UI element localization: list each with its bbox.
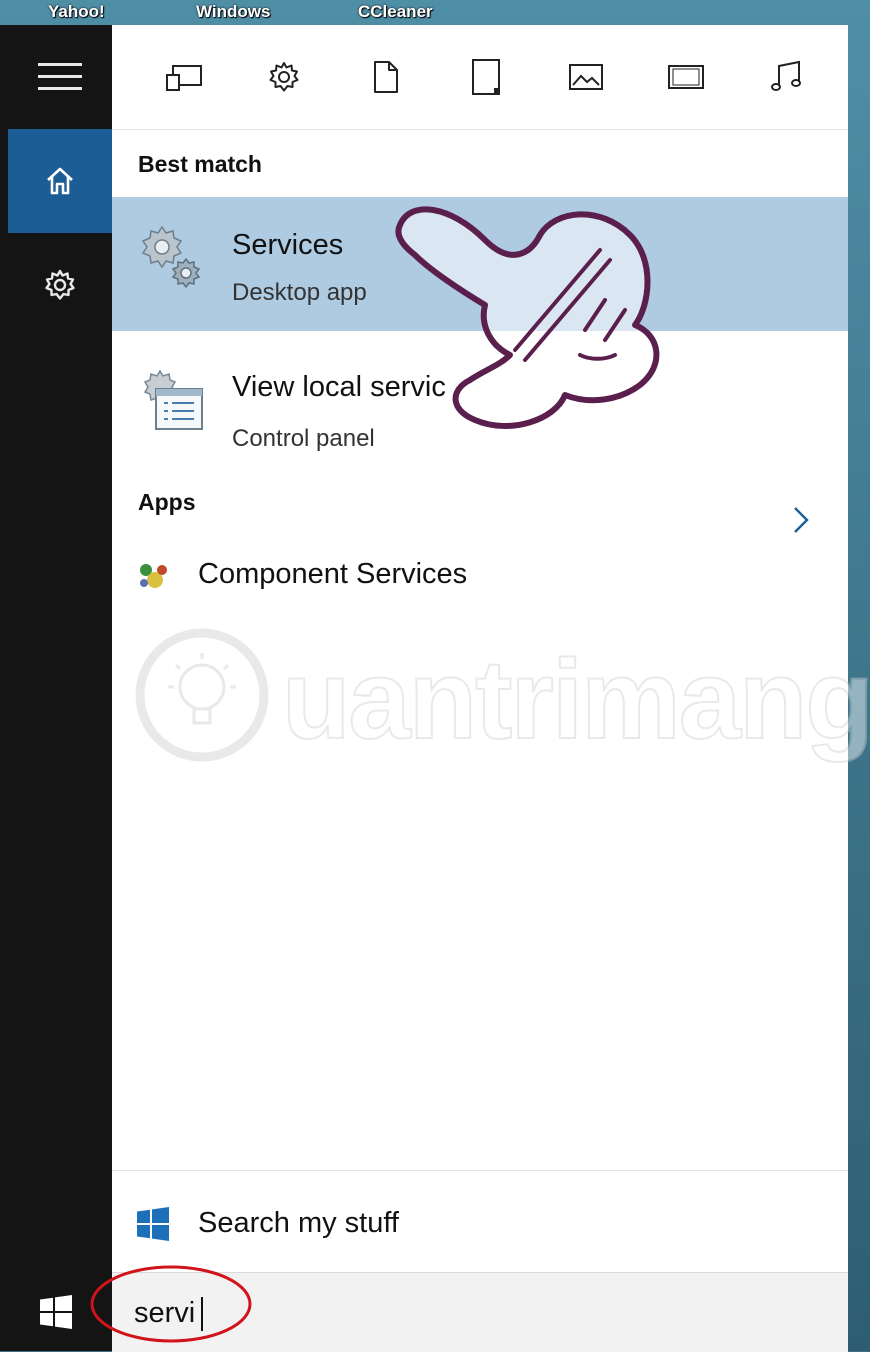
music-icon — [771, 60, 801, 91]
best-match-heading: Best match — [138, 151, 262, 177]
filter-documents-button[interactable] — [364, 55, 408, 99]
search-filter-bar — [112, 25, 848, 130]
control-panel-icon — [143, 369, 203, 430]
filter-folders-button[interactable] — [464, 55, 508, 99]
component-services-icon — [140, 564, 167, 588]
result-view-local-services-subtitle: Control panel — [232, 425, 375, 452]
search-my-stuff-label: Search my stuff — [198, 1207, 399, 1239]
desktop-label-yahoo[interactable]: Yahoo! — [48, 2, 105, 22]
windows-logo-icon — [137, 1207, 169, 1241]
filter-photos-button[interactable] — [564, 55, 608, 99]
pointing-hand-annotation — [395, 206, 660, 429]
home-icon — [47, 167, 73, 195]
settings-button[interactable] — [8, 233, 112, 337]
hamburger-menu-button[interactable] — [8, 25, 112, 129]
desktop-label-windows[interactable]: Windows — [196, 2, 270, 22]
watermark: uantrimang — [132, 625, 870, 765]
search-my-stuff-button[interactable]: Search my stuff — [112, 1170, 848, 1273]
filter-music-button[interactable] — [764, 55, 808, 99]
windows-start-icon — [40, 1295, 72, 1329]
gear-icon — [45, 269, 75, 300]
home-button[interactable] — [8, 129, 112, 233]
photos-icon — [569, 64, 603, 90]
result-component-services-title: Component Services — [198, 558, 468, 590]
watermark-text: uantrimang — [281, 636, 870, 763]
videos-icon — [668, 65, 704, 89]
apps-icon — [166, 65, 202, 91]
hamburger-icon — [38, 63, 82, 90]
result-services-title: Services — [232, 229, 344, 261]
lightbulb-logo-icon — [135, 628, 269, 762]
chevron-right-icon[interactable] — [792, 505, 810, 535]
settings-icon — [269, 62, 299, 92]
filter-apps-button[interactable] — [162, 55, 206, 99]
desktop-icon-labels: Yahoo! Windows CCleaner — [0, 0, 870, 26]
filter-videos-button[interactable] — [664, 55, 708, 99]
left-rail — [0, 25, 112, 1351]
filter-settings-button[interactable] — [262, 55, 306, 99]
result-services-subtitle: Desktop app — [232, 279, 367, 306]
documents-icon — [374, 61, 398, 93]
result-component-services[interactable]: Component Services — [112, 541, 848, 613]
apps-heading: Apps — [138, 489, 196, 515]
search-circle-annotation — [90, 1265, 252, 1343]
services-gears-icon — [141, 225, 201, 289]
folders-icon — [472, 59, 500, 95]
desktop-label-ccleaner[interactable]: CCleaner — [358, 2, 433, 22]
